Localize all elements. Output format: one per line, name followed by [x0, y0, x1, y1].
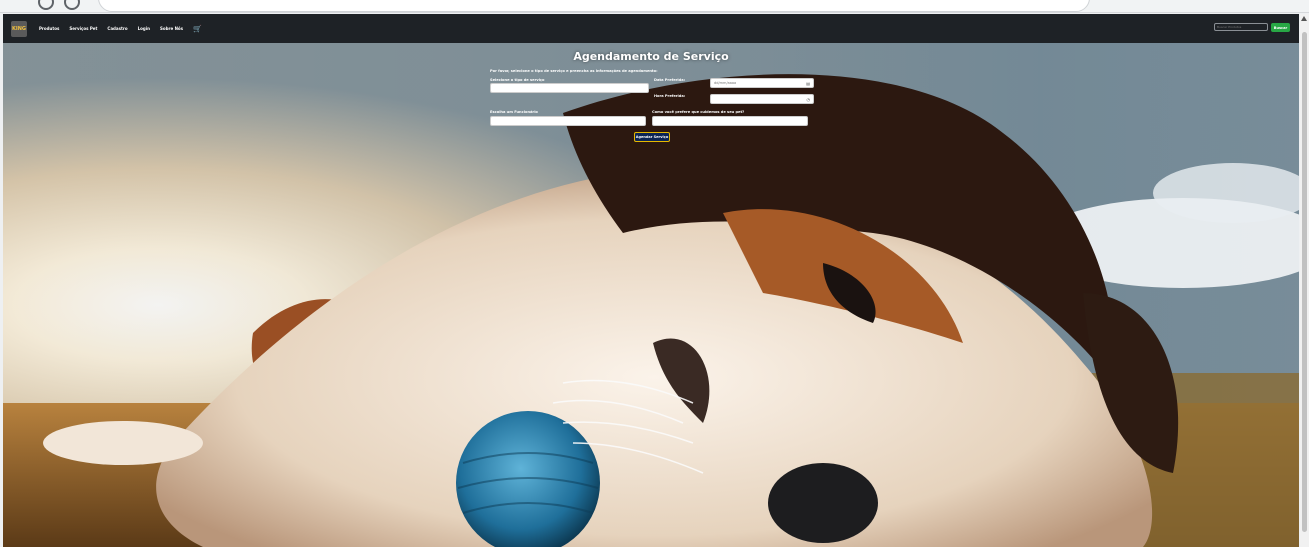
employee-label: Escolha um Funcionário: [490, 110, 538, 114]
employee-select[interactable]: [490, 116, 646, 126]
nav-link-login[interactable]: Login: [138, 26, 150, 31]
search-form: Buscar: [1214, 23, 1290, 32]
nav-links: Produtos Serviços Pet Cadastro Login Sob…: [39, 25, 202, 33]
search-input[interactable]: [1214, 23, 1268, 31]
scrollbar[interactable]: [1300, 14, 1309, 547]
scrollbar-thumb[interactable]: [1302, 32, 1307, 532]
time-label: Hora Preferida:: [654, 94, 686, 98]
dog-background-image: [3, 43, 1299, 547]
web-page: KING Produtos Serviços Pet Cadastro Logi…: [3, 14, 1299, 547]
form-title: Agendamento de Serviço: [573, 50, 729, 63]
time-input[interactable]: ◷: [710, 94, 814, 104]
navbar: KING Produtos Serviços Pet Cadastro Logi…: [3, 14, 1299, 43]
nav-link-servicos-pet[interactable]: Serviços Pet: [69, 26, 97, 31]
address-bar[interactable]: [98, 0, 1090, 12]
back-icon[interactable]: [38, 0, 54, 10]
nav-link-cadastro[interactable]: Cadastro: [107, 26, 127, 31]
clock-icon[interactable]: ◷: [807, 97, 811, 102]
browser-chrome: [0, 0, 1309, 13]
site-logo[interactable]: KING: [11, 20, 27, 37]
calendar-icon[interactable]: ▤: [806, 81, 810, 86]
date-input[interactable]: dd/mm/aaaa ▤: [710, 78, 814, 88]
hero-section: Agendamento de Serviço Por favor, seleci…: [3, 43, 1299, 547]
service-label: Selecione o tipo de serviço: [490, 78, 545, 82]
date-placeholder: dd/mm/aaaa: [714, 81, 737, 85]
logo-text: KING: [11, 25, 27, 32]
care-label: Como você prefere que cuidemos de seu pe…: [652, 110, 745, 114]
care-input[interactable]: [652, 116, 808, 126]
nav-link-produtos[interactable]: Produtos: [39, 26, 59, 31]
date-label: Data Preferida:: [654, 78, 686, 82]
reload-icon[interactable]: [64, 0, 80, 10]
form-intro: Por favor, selecione o tipo de serviço e…: [490, 69, 658, 73]
nav-link-sobre-nos[interactable]: Sobre Nós: [160, 26, 183, 31]
search-button[interactable]: Buscar: [1271, 23, 1290, 32]
scroll-up-icon[interactable]: [1301, 16, 1307, 21]
schedule-button[interactable]: Agendar Serviço: [634, 132, 670, 142]
service-select[interactable]: [490, 83, 649, 93]
cart-icon[interactable]: 🛒: [193, 25, 202, 33]
